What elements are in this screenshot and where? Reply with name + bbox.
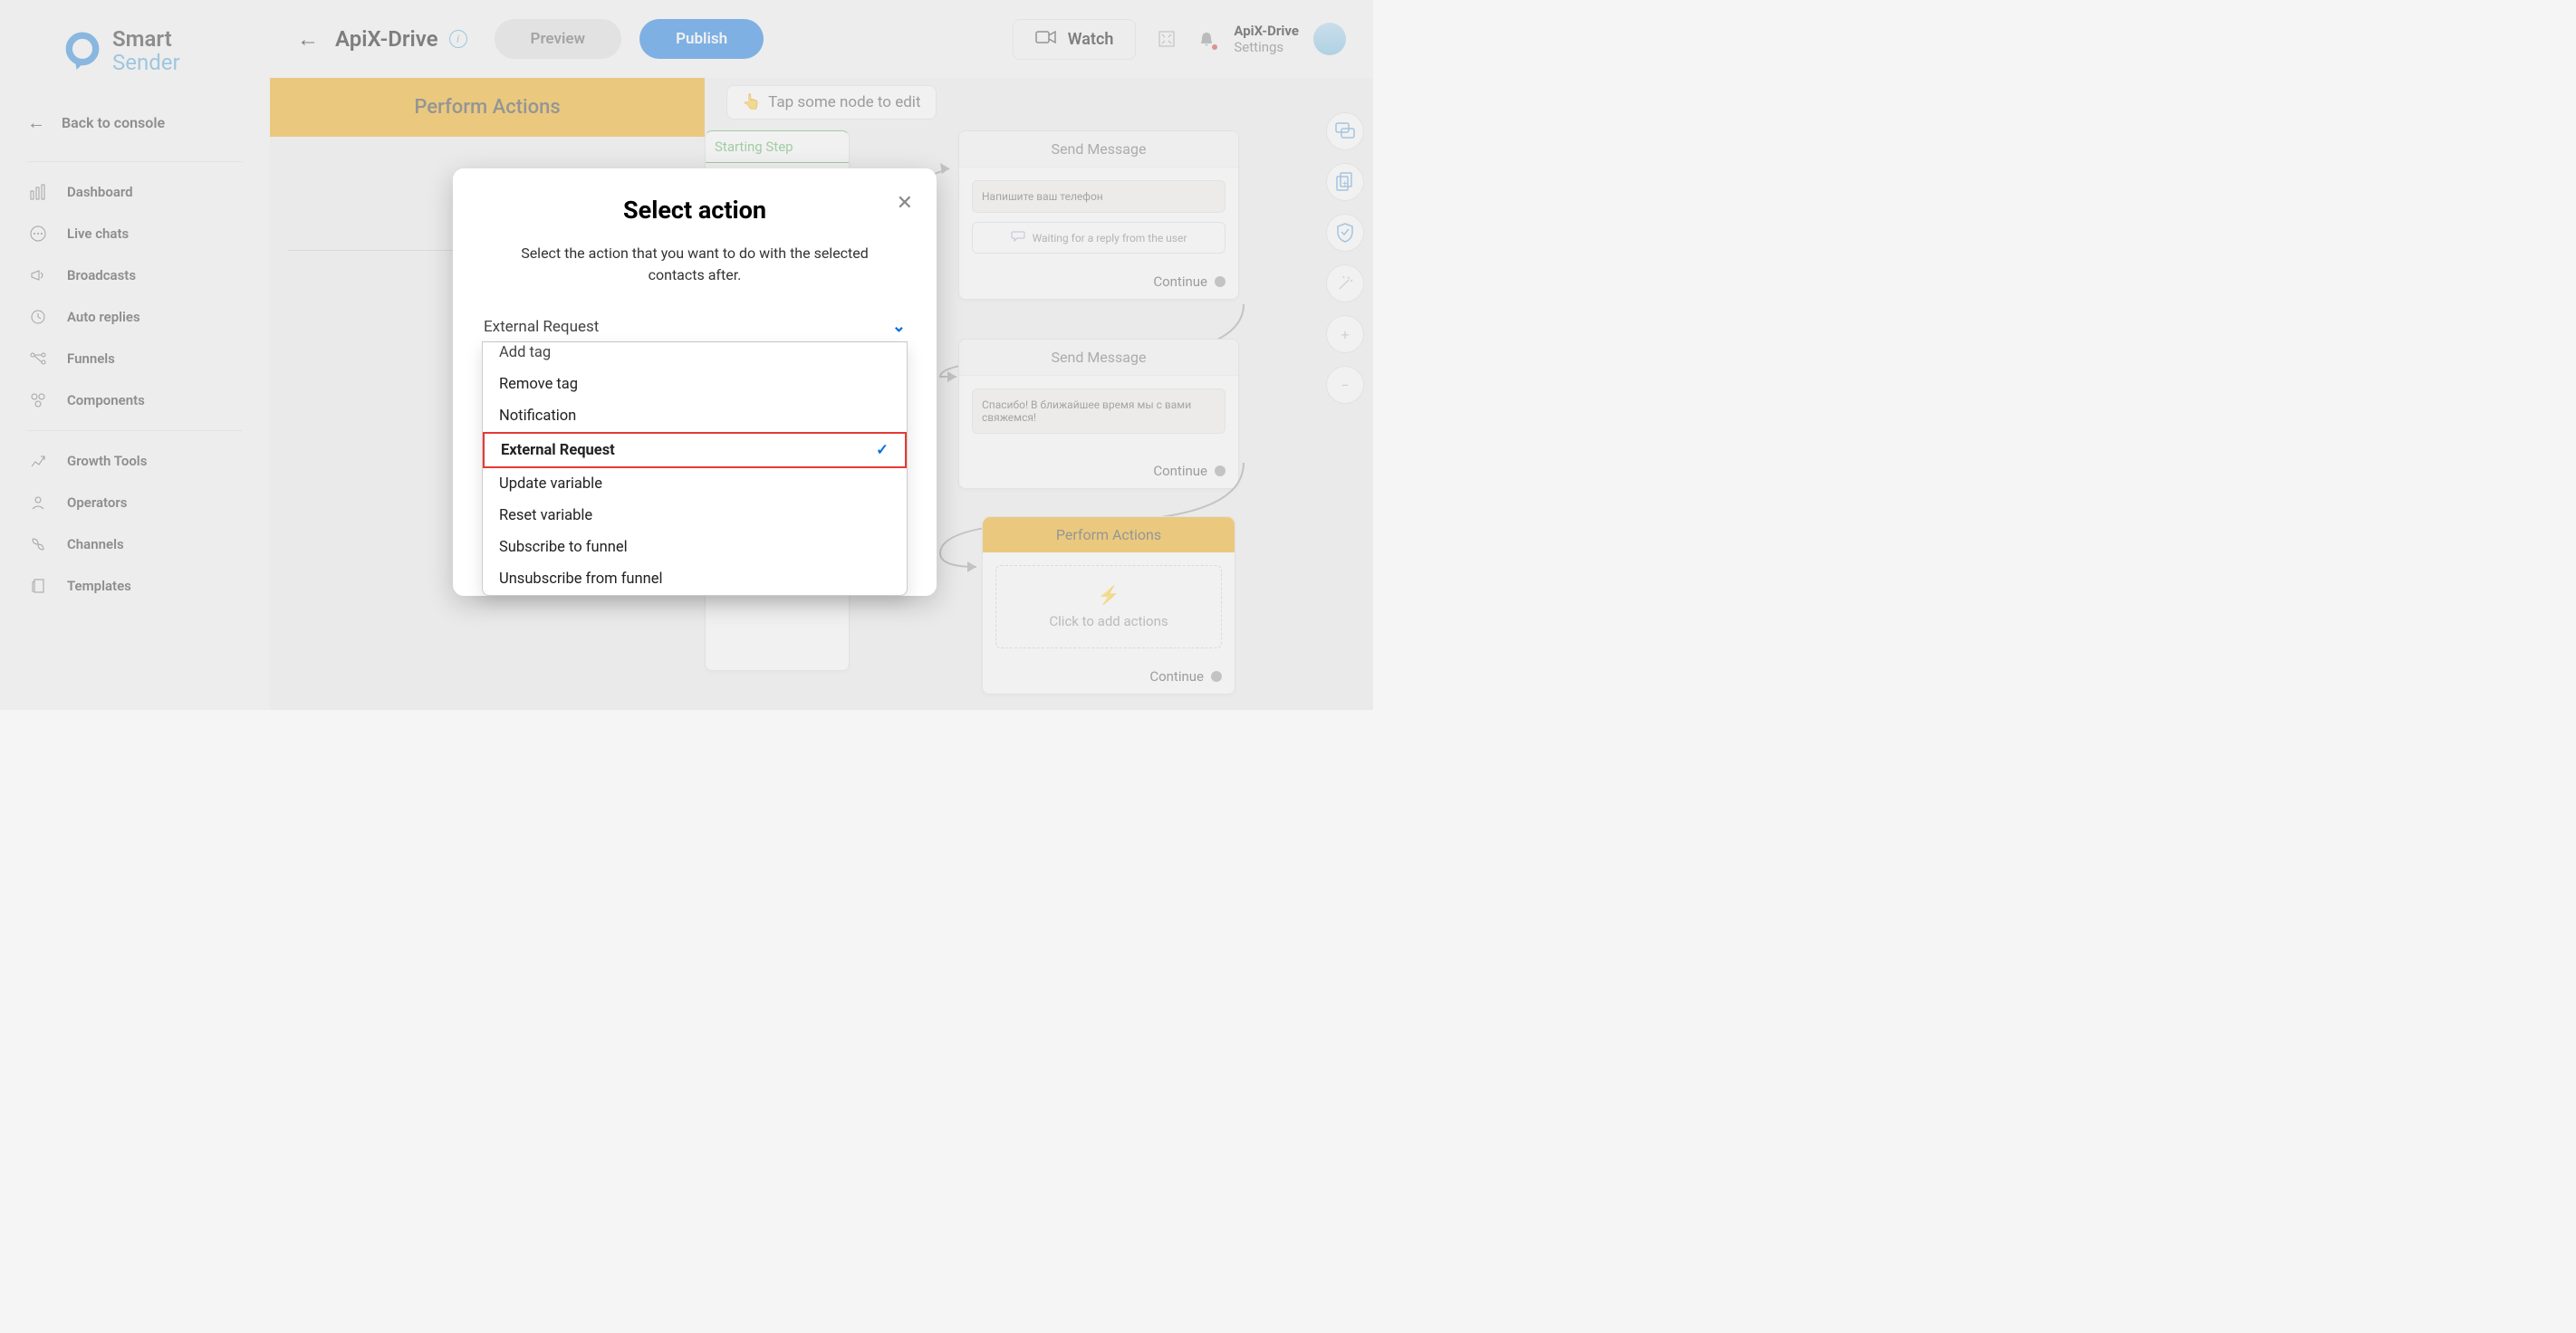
modal-subtitle: Select the action that you want to do wi… xyxy=(453,243,937,286)
modal-title: Select action xyxy=(453,196,937,225)
action-select[interactable]: External Request ⌄ xyxy=(482,313,908,342)
dropdown-option[interactable]: Add tag xyxy=(483,342,907,369)
dropdown-option[interactable]: Subscribe to funnel xyxy=(483,532,907,563)
dropdown-option[interactable]: Reset variable xyxy=(483,500,907,532)
chevron-down-icon: ⌄ xyxy=(892,317,906,336)
select-action-modal: ✕ Select action Select the action that y… xyxy=(453,168,937,596)
close-icon[interactable]: ✕ xyxy=(897,192,913,215)
action-dropdown: Add tag Remove tag Notification External… xyxy=(482,342,908,596)
dropdown-option[interactable]: Update variable xyxy=(483,468,907,500)
dropdown-option-selected[interactable]: External Request✓ xyxy=(483,432,907,468)
dropdown-option[interactable]: Unsubscribe from funnel xyxy=(483,563,907,595)
dropdown-option[interactable]: Notification xyxy=(483,400,907,432)
dropdown-option[interactable]: Remove tag xyxy=(483,369,907,400)
check-icon: ✓ xyxy=(876,441,889,459)
selected-value: External Request xyxy=(484,318,599,336)
